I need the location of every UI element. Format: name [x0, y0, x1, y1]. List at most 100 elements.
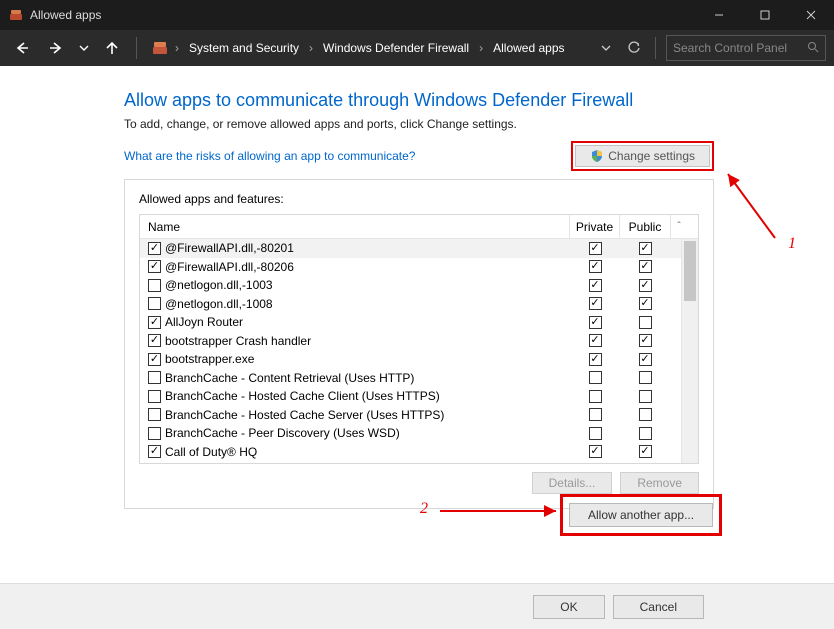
enable-checkbox[interactable]	[148, 242, 161, 255]
table-row[interactable]: bootstrapper Crash handler	[140, 332, 698, 351]
table-row[interactable]: @netlogon.dll,-1008	[140, 295, 698, 314]
search-input[interactable]: Search Control Panel	[666, 35, 826, 61]
help-link[interactable]: What are the risks of allowing an app to…	[124, 149, 415, 163]
app-name: @FirewallAPI.dll,-80206	[165, 260, 294, 274]
private-checkbox[interactable]	[589, 353, 602, 366]
cancel-button[interactable]: Cancel	[613, 595, 704, 619]
public-checkbox[interactable]	[639, 353, 652, 366]
app-name: BranchCache - Peer Discovery (Uses WSD)	[165, 426, 400, 440]
enable-checkbox[interactable]	[148, 279, 161, 292]
table-row[interactable]: bootstrapper.exe	[140, 350, 698, 369]
public-checkbox[interactable]	[639, 371, 652, 384]
private-checkbox[interactable]	[589, 427, 602, 440]
enable-checkbox[interactable]	[148, 427, 161, 440]
private-checkbox[interactable]	[589, 371, 602, 384]
app-name: AllJoyn Router	[165, 315, 243, 329]
public-checkbox[interactable]	[639, 242, 652, 255]
table-row[interactable]: BranchCache - Hosted Cache Client (Uses …	[140, 387, 698, 406]
breadcrumb-item[interactable]: Windows Defender Firewall	[319, 39, 473, 57]
page-heading: Allow apps to communicate through Window…	[124, 90, 714, 111]
remove-button[interactable]: Remove	[620, 472, 699, 494]
private-checkbox[interactable]	[589, 390, 602, 403]
change-settings-button[interactable]: Change settings	[575, 145, 710, 167]
app-name: @netlogon.dll,-1008	[165, 297, 273, 311]
private-checkbox[interactable]	[589, 334, 602, 347]
back-button[interactable]	[8, 34, 36, 62]
enable-checkbox[interactable]	[148, 408, 161, 421]
app-name: @netlogon.dll,-1003	[165, 278, 273, 292]
dialog-footer: OK Cancel	[0, 583, 834, 629]
forward-button[interactable]	[42, 34, 70, 62]
table-row[interactable]: @FirewallAPI.dll,-80201	[140, 239, 698, 258]
enable-checkbox[interactable]	[148, 334, 161, 347]
enable-checkbox[interactable]	[148, 353, 161, 366]
table-row[interactable]: @netlogon.dll,-1003	[140, 276, 698, 295]
breadcrumb[interactable]: › System and Security › Windows Defender…	[147, 39, 589, 57]
scrollbar-thumb[interactable]	[684, 241, 696, 301]
table-row[interactable]: BranchCache - Content Retrieval (Uses HT…	[140, 369, 698, 388]
enable-checkbox[interactable]	[148, 371, 161, 384]
table-header: Name Private Public ˆ	[140, 215, 698, 239]
public-checkbox[interactable]	[639, 316, 652, 329]
public-checkbox[interactable]	[639, 427, 652, 440]
breadcrumb-item[interactable]: System and Security	[185, 39, 303, 57]
col-name[interactable]: Name	[140, 215, 570, 238]
address-dropdown[interactable]	[595, 37, 617, 59]
breadcrumb-item[interactable]: Allowed apps	[489, 39, 568, 57]
col-expand-icon[interactable]: ˆ	[670, 215, 687, 238]
enable-checkbox[interactable]	[148, 260, 161, 273]
private-checkbox[interactable]	[589, 297, 602, 310]
col-private[interactable]: Private	[570, 215, 620, 238]
table-row[interactable]: AllJoyn Router	[140, 313, 698, 332]
allow-another-app-button[interactable]: Allow another app...	[569, 503, 713, 527]
app-name: @FirewallAPI.dll,-80201	[165, 241, 294, 255]
private-checkbox[interactable]	[589, 260, 602, 273]
public-checkbox[interactable]	[639, 297, 652, 310]
enable-checkbox[interactable]	[148, 316, 161, 329]
enable-checkbox[interactable]	[148, 445, 161, 458]
maximize-button[interactable]	[742, 0, 788, 30]
enable-checkbox[interactable]	[148, 297, 161, 310]
close-button[interactable]	[788, 0, 834, 30]
recent-dropdown[interactable]	[76, 34, 92, 62]
search-placeholder: Search Control Panel	[673, 41, 787, 55]
refresh-button[interactable]	[623, 37, 645, 59]
minimize-button[interactable]	[696, 0, 742, 30]
app-name: BranchCache - Content Retrieval (Uses HT…	[165, 371, 414, 385]
up-button[interactable]	[98, 34, 126, 62]
page-description: To add, change, or remove allowed apps a…	[124, 117, 714, 131]
public-checkbox[interactable]	[639, 279, 652, 292]
table-row[interactable]: BranchCache - Peer Discovery (Uses WSD)	[140, 424, 698, 443]
scrollbar[interactable]	[681, 239, 698, 463]
app-name: BranchCache - Hosted Cache Server (Uses …	[165, 408, 444, 422]
group-title: Allowed apps and features:	[139, 192, 699, 206]
private-checkbox[interactable]	[589, 279, 602, 292]
private-checkbox[interactable]	[589, 242, 602, 255]
title-bar: Allowed apps	[0, 0, 834, 30]
table-row[interactable]: @FirewallAPI.dll,-80206	[140, 258, 698, 277]
table-row[interactable]: BranchCache - Hosted Cache Server (Uses …	[140, 406, 698, 425]
shield-icon	[590, 149, 604, 163]
public-checkbox[interactable]	[639, 408, 652, 421]
public-checkbox[interactable]	[639, 260, 652, 273]
public-checkbox[interactable]	[639, 445, 652, 458]
ok-button[interactable]: OK	[533, 595, 604, 619]
nav-separator	[655, 37, 656, 59]
col-public[interactable]: Public	[620, 215, 670, 238]
public-checkbox[interactable]	[639, 390, 652, 403]
chevron-right-icon: ›	[173, 41, 181, 55]
app-name: bootstrapper.exe	[165, 352, 254, 366]
allowed-apps-group: Allowed apps and features: Name Private …	[124, 179, 714, 509]
app-name: BranchCache - Hosted Cache Client (Uses …	[165, 389, 440, 403]
public-checkbox[interactable]	[639, 334, 652, 347]
private-checkbox[interactable]	[589, 408, 602, 421]
annotation-box-2: Allow another app...	[560, 494, 722, 536]
private-checkbox[interactable]	[589, 445, 602, 458]
window-title: Allowed apps	[30, 8, 101, 22]
chevron-right-icon: ›	[477, 41, 485, 55]
private-checkbox[interactable]	[589, 316, 602, 329]
enable-checkbox[interactable]	[148, 390, 161, 403]
table-row[interactable]: Call of Duty® HQ	[140, 443, 698, 462]
details-button[interactable]: Details...	[532, 472, 613, 494]
firewall-icon	[151, 39, 169, 57]
